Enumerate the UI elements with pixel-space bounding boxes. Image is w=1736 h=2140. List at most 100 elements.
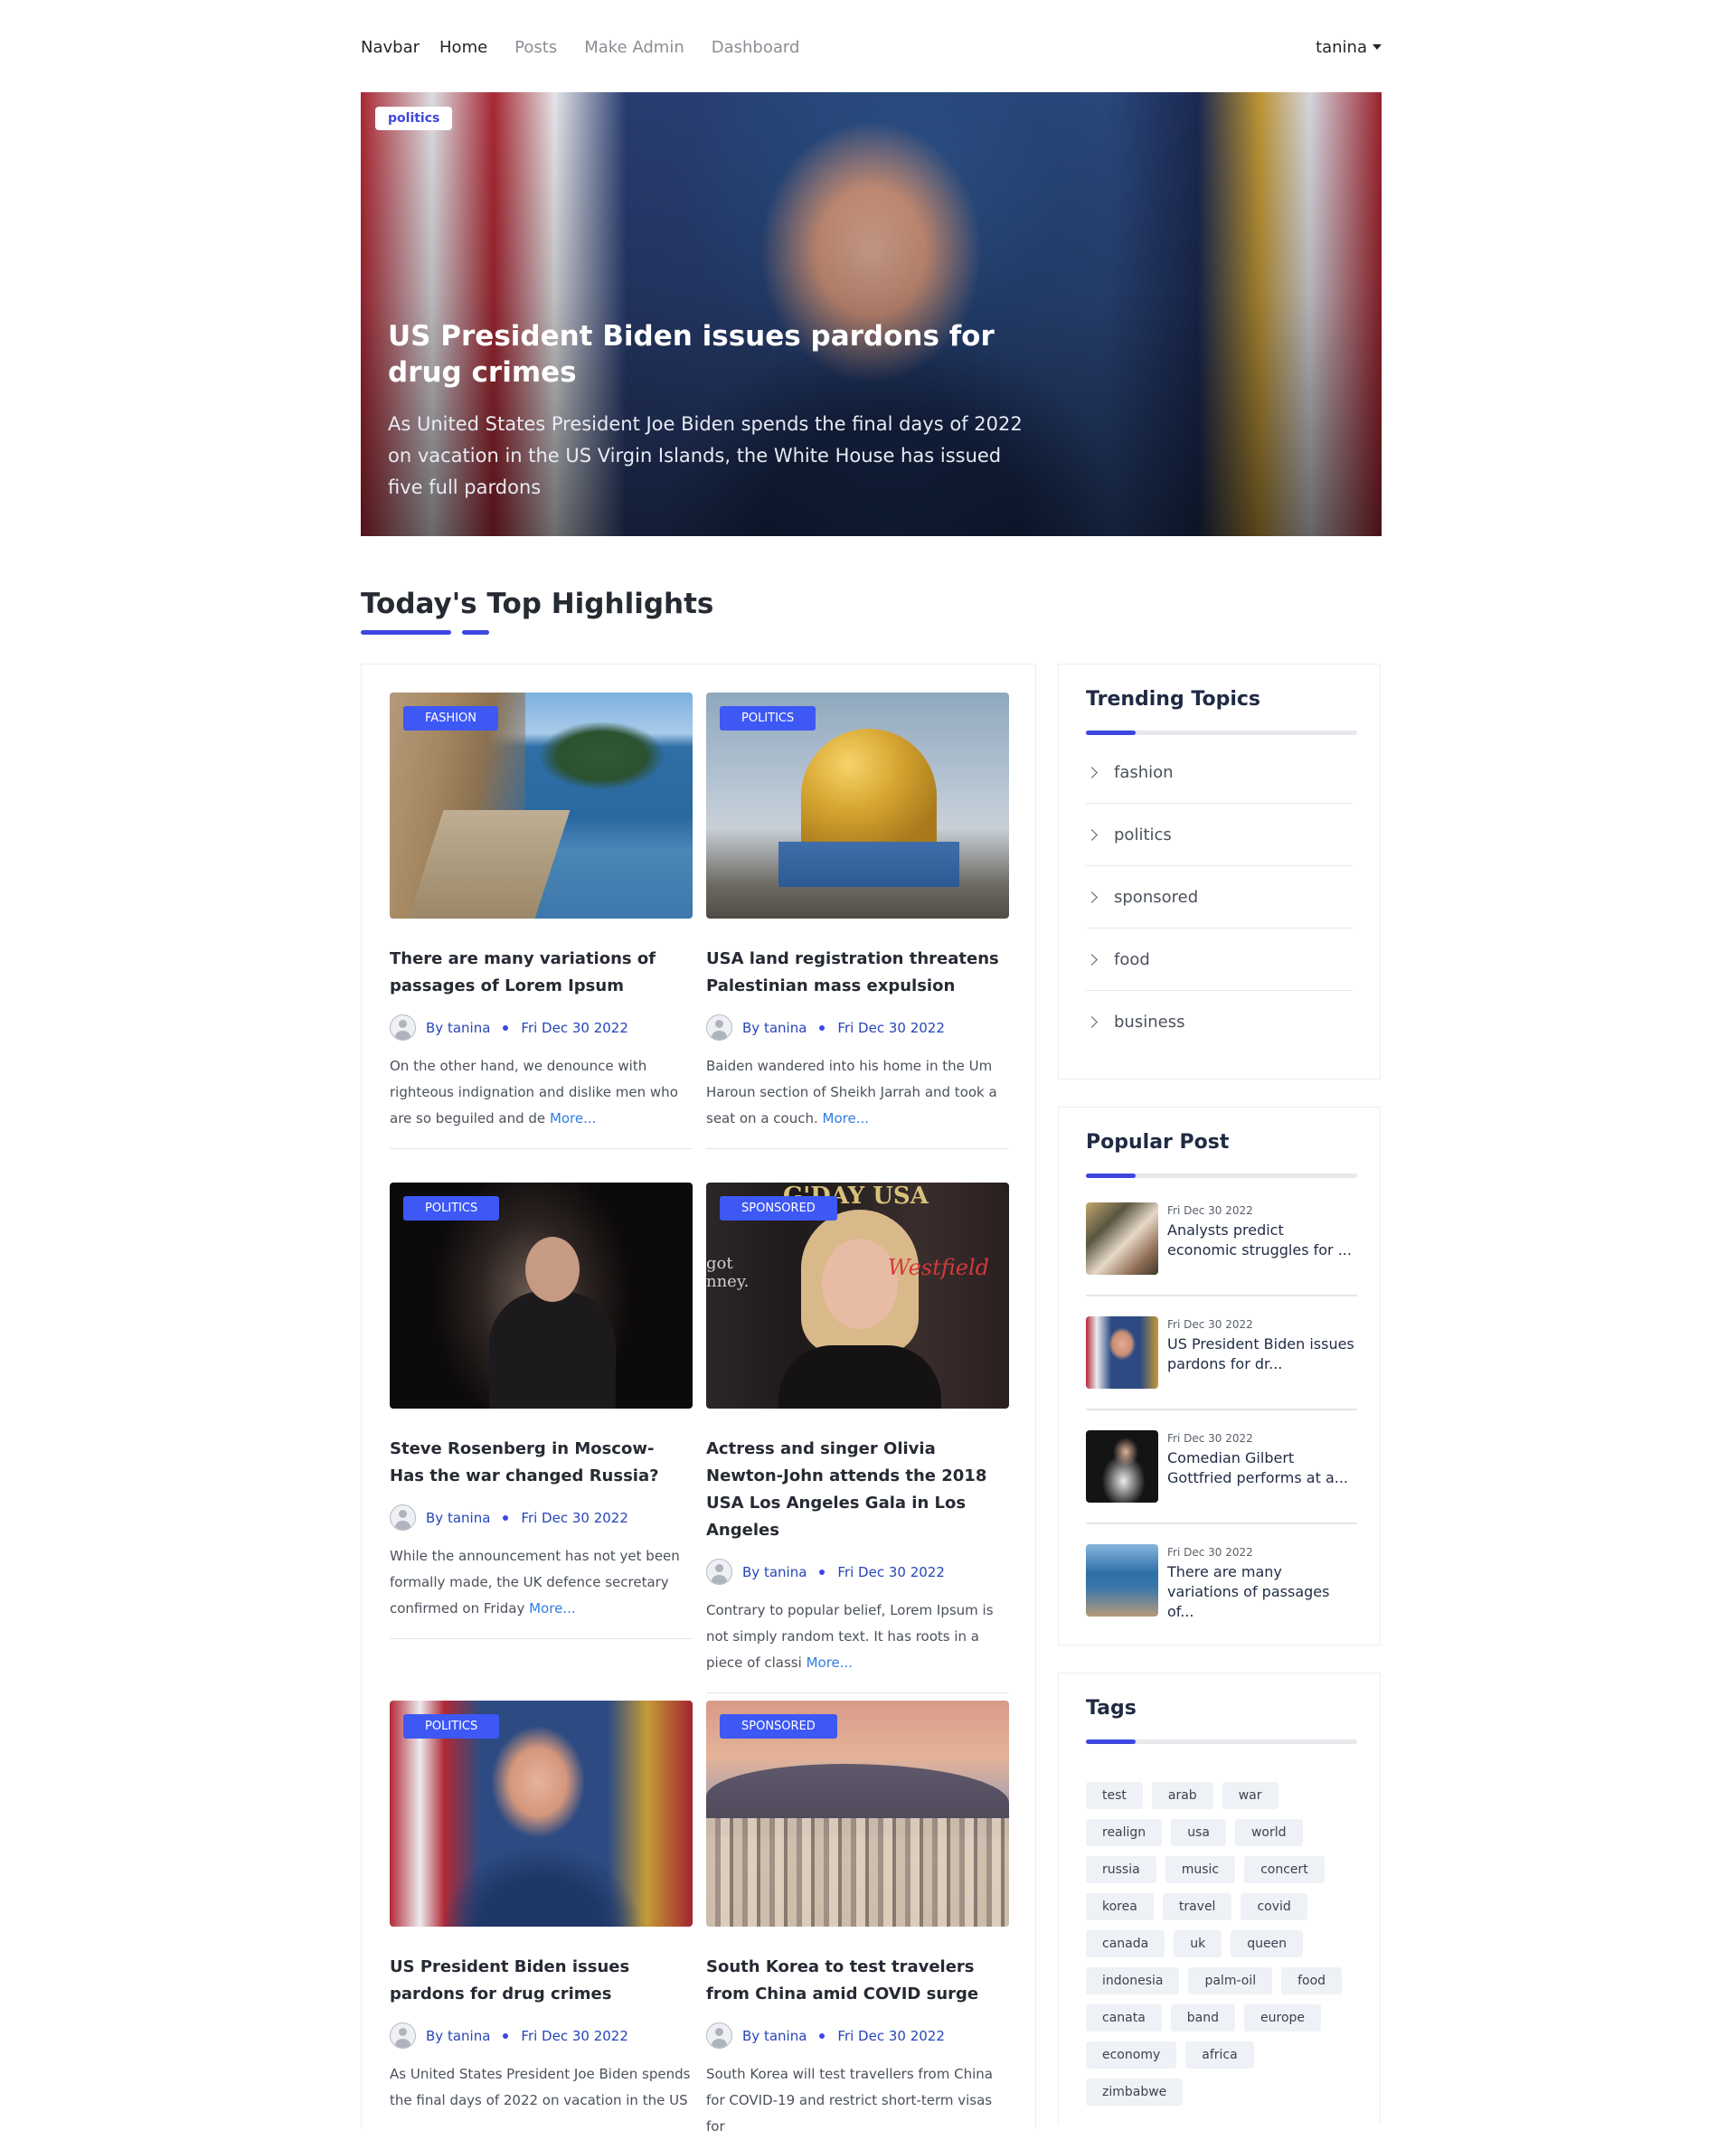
post-image[interactable]: POLITICS [706,693,1009,919]
tag-chip[interactable]: europe [1244,2004,1322,2032]
post-image[interactable]: POLITICS [390,1701,693,1927]
author-prefix: By [426,1509,444,1526]
tag-chip[interactable]: uk [1174,1930,1222,1957]
tag-chip[interactable]: band [1170,2004,1236,2032]
more-link[interactable]: More... [807,1654,854,1671]
more-link[interactable]: More... [529,1600,576,1617]
nav-link-home[interactable]: Home [439,38,487,57]
more-link[interactable]: More... [550,1110,597,1127]
tag-chip[interactable]: food [1281,1967,1343,1994]
post-title[interactable]: Comedian Gilbert Gottfried performs at a… [1167,1448,1357,1488]
tag-chip[interactable]: arab [1151,1782,1213,1809]
tag-chip[interactable]: queen [1231,1930,1304,1957]
tag-chip[interactable]: music [1165,1856,1236,1883]
separator-dot [503,2032,509,2039]
category-badge[interactable]: POLITICS [403,1714,500,1739]
post-date: Fri Dec 30 2022 [837,1019,945,1036]
tag-cloud: test arab war realign usa world russia music con… [1086,1782,1357,2106]
post-date: Fri Dec 30 2022 [1167,1204,1253,1217]
post-excerpt: Baiden wandered into his home in the Um … [706,1058,997,1127]
tag-chip[interactable]: canada [1086,1930,1165,1957]
post-author[interactable]: tanina [764,2028,807,2044]
post-title[interactable]: There are many variations of passages of… [1167,1562,1357,1622]
navbar-brand[interactable]: Navbar [361,38,420,57]
tag-chip[interactable]: world [1234,1819,1303,1846]
post-thumbnail[interactable] [1086,1316,1158,1389]
post-card[interactable]: POLITICS USA land registration threatens… [706,693,1009,1149]
user-dropdown[interactable]: tanina [1316,38,1382,57]
topic-item[interactable]: business [1086,991,1353,1053]
tag-chip[interactable]: palm-oil [1188,1967,1273,1994]
nav-link-make-admin[interactable]: Make Admin [584,38,684,57]
category-badge[interactable]: FASHION [403,706,498,731]
tag-chip[interactable]: indonesia [1086,1967,1180,1994]
hero-banner[interactable]: politics US President Biden issues pardo… [361,92,1382,536]
post-author[interactable]: tanina [448,1020,490,1036]
avatar-icon [706,1559,732,1585]
tag-chip[interactable]: covid [1241,1893,1307,1920]
post-image[interactable]: FASHION [390,693,693,919]
topic-item[interactable]: politics [1086,804,1353,866]
more-link[interactable]: More... [823,1110,870,1127]
post-title[interactable]: Steve Rosenberg in Moscow- Has the war c… [390,1436,693,1490]
tag-chip[interactable]: war [1222,1782,1278,1809]
post-title[interactable]: Analysts predict economic struggles for … [1167,1221,1357,1260]
tag-chip[interactable]: korea [1086,1893,1154,1920]
post-card[interactable]: G'DAY USA Westfield got nney. SPONSORED … [706,1183,1009,1693]
popular-post-item[interactable]: Fri Dec 30 2022 US President Biden issue… [1086,1309,1357,1410]
category-badge[interactable]: SPONSORED [720,1714,837,1739]
hero-category-badge[interactable]: politics [375,107,453,130]
post-author[interactable]: tanina [448,1510,490,1526]
topic-item[interactable]: fashion [1086,741,1353,804]
tag-chip[interactable]: concert [1244,1856,1325,1883]
post-title[interactable]: USA land registration threatens Palestin… [706,946,1009,1000]
post-image[interactable]: SPONSORED [706,1701,1009,1927]
tag-chip[interactable]: usa [1171,1819,1226,1846]
post-image[interactable]: POLITICS [390,1183,693,1409]
topic-item[interactable]: food [1086,929,1353,991]
hero-description: As United States President Joe Biden spe… [388,413,1023,498]
topic-item[interactable]: sponsored [1086,866,1353,929]
popular-post-item[interactable]: Fri Dec 30 2022 Comedian Gilbert Gottfri… [1086,1423,1357,1524]
post-title[interactable]: Actress and singer Olivia Newton-John at… [706,1436,1009,1544]
divider [390,1638,693,1639]
post-thumbnail[interactable] [1086,1202,1158,1275]
post-title[interactable]: US President Biden issues pardons for dr… [1167,1334,1357,1374]
tag-chip[interactable]: canata [1086,2004,1162,2032]
divider [390,1148,693,1149]
tag-chip[interactable]: zimbabwe [1086,2079,1184,2106]
post-card[interactable]: POLITICS Steve Rosenberg in Moscow- Has … [390,1183,693,1639]
chevron-right-icon [1086,953,1098,966]
nav-link-posts[interactable]: Posts [514,38,557,57]
tag-chip[interactable]: travel [1162,1893,1232,1920]
post-author[interactable]: tanina [764,1020,807,1036]
post-image[interactable]: G'DAY USA Westfield got nney. SPONSORED [706,1183,1009,1409]
tag-chip[interactable]: realign [1086,1819,1163,1846]
post-card[interactable]: FASHION There are many variations of pas… [390,693,693,1149]
post-title[interactable]: South Korea to test travelers from China… [706,1954,1009,2008]
post-card[interactable]: SPONSORED South Korea to test travelers … [706,1701,1009,2140]
post-author[interactable]: tanina [764,1564,807,1580]
category-badge[interactable]: SPONSORED [720,1196,837,1221]
chevron-right-icon [1086,891,1098,903]
post-title[interactable]: There are many variations of passages of… [390,946,693,1000]
category-badge[interactable]: POLITICS [720,706,816,731]
tag-chip[interactable]: economy [1086,2041,1177,2069]
popular-post-item[interactable]: Fri Dec 30 2022 Analysts predict economi… [1086,1195,1357,1296]
tag-chip[interactable]: test [1086,1782,1143,1809]
post-card[interactable]: POLITICS US President Biden issues pardo… [390,1701,693,2114]
chevron-right-icon [1086,766,1098,778]
nav-link-dashboard[interactable]: Dashboard [712,38,800,57]
tag-chip[interactable]: africa [1185,2041,1254,2069]
chevron-right-icon [1086,828,1098,841]
post-author[interactable]: tanina [448,2028,490,2044]
post-thumbnail[interactable] [1086,1544,1158,1617]
category-badge[interactable]: POLITICS [403,1196,500,1221]
post-meta: By tanina Fri Dec 30 2022 [390,1014,693,1041]
tag-chip[interactable]: russia [1086,1856,1156,1883]
popular-post-item[interactable]: Fri Dec 30 2022 There are many variation… [1086,1537,1357,1638]
hero-title[interactable]: US President Biden issues pardons for dr… [388,318,1039,391]
user-name: tanina [1316,37,1367,57]
post-thumbnail[interactable] [1086,1430,1158,1503]
post-title[interactable]: US President Biden issues pardons for dr… [390,1954,693,2008]
